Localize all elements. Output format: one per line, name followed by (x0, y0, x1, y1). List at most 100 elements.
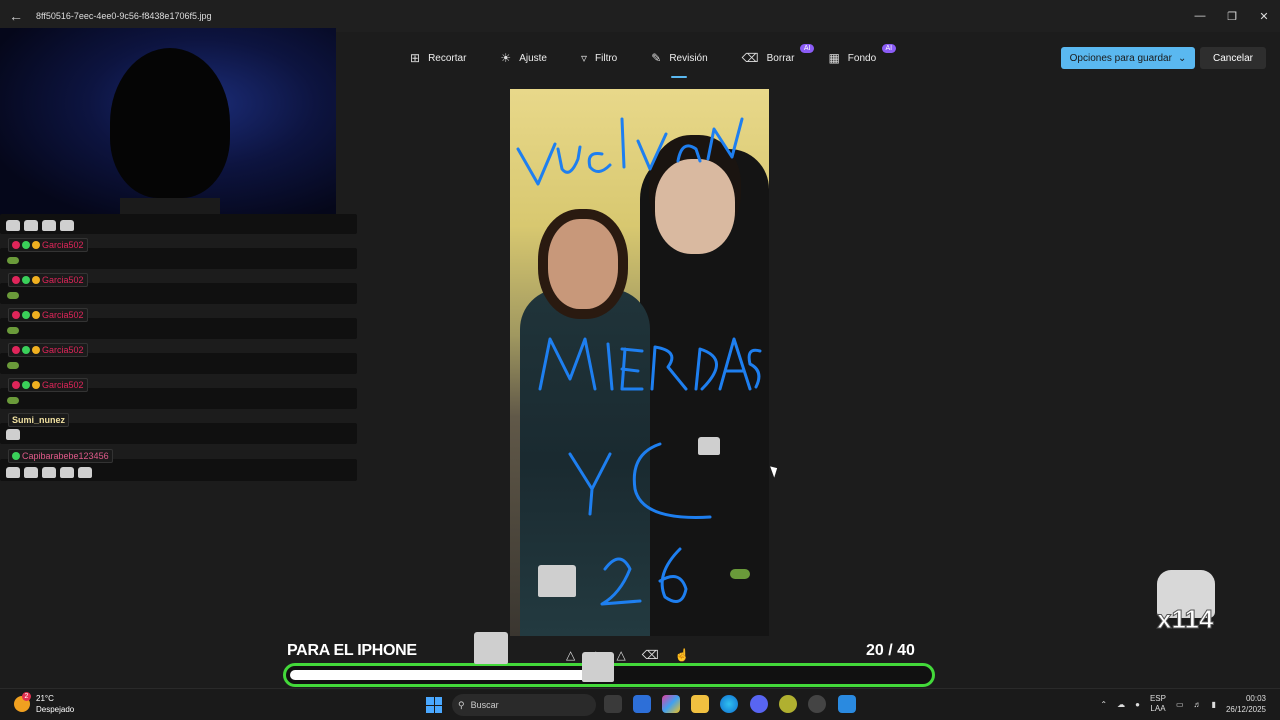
chat-row (0, 214, 357, 234)
scribble-stroke (706, 117, 744, 161)
store-icon[interactable] (633, 695, 651, 713)
chat-user-tag: Garcia502 (8, 343, 88, 357)
network-icon[interactable]: ▭ (1176, 700, 1184, 709)
chat-username: Garcia502 (42, 310, 84, 320)
tool-background[interactable]: ▦ Fondo AI (818, 44, 897, 72)
weather-text: 21°C Despejado (36, 693, 74, 715)
markup-icon: ✎ (651, 51, 662, 65)
clock[interactable]: 00:03 26/12/2025 (1226, 693, 1266, 715)
lang-bottom: LAA (1150, 704, 1166, 713)
cat-emote-icon (42, 220, 56, 231)
search-placeholder: Buscar (470, 700, 499, 710)
pepe-emote-icon (7, 257, 19, 264)
chat-username: Garcia502 (42, 275, 84, 285)
close-button[interactable]: ✕ (1248, 0, 1280, 32)
file-explorer-icon[interactable] (691, 695, 709, 713)
cat-emote-icon (698, 437, 720, 455)
volume-icon[interactable]: ♬ (1194, 700, 1202, 709)
emote-row (6, 218, 78, 236)
input-language[interactable]: ESP LAA (1150, 694, 1166, 714)
cat-emote-icon (582, 652, 614, 682)
erase-icon: ⌫ (741, 51, 759, 65)
chat-username: Capibarabebe123456 (22, 451, 109, 461)
eraser-icon[interactable]: ⌫ (642, 648, 659, 662)
taskbar-search[interactable]: ⚲ Buscar (452, 694, 596, 716)
maximize-icon: ❐ (1227, 10, 1237, 23)
copilot-icon[interactable] (662, 695, 680, 713)
chat-username: Garcia502 (42, 240, 84, 250)
coin-badge-icon (32, 276, 40, 284)
maximize-button[interactable]: ❐ (1216, 0, 1248, 32)
chevron-up-icon[interactable]: ⌃ (1100, 700, 1107, 709)
tool-label: Filtro (595, 52, 618, 64)
tool-adjust[interactable]: ☀ Ajuste (490, 44, 557, 72)
goal-label: PARA EL IPHONE (287, 642, 417, 659)
emote-row (6, 465, 96, 483)
editor-toolbar: ⊞ Recortar ☀ Ajuste ▿ Filtro ✎ Revisión … (400, 44, 900, 78)
app-icon[interactable] (779, 695, 797, 713)
save-options-label: Opciones para guardar (1069, 52, 1172, 64)
tool-label: Borrar (766, 52, 795, 64)
obs-icon[interactable] (808, 695, 826, 713)
filter-icon: ▿ (580, 51, 588, 65)
tool-markup[interactable]: ✎ Revisión (641, 44, 717, 78)
sub-badge-icon (12, 346, 20, 354)
scribble-stroke (658, 547, 688, 603)
background-icon: ▦ (828, 51, 840, 65)
cancel-button[interactable]: Cancelar (1200, 47, 1266, 69)
app-window: ← 8ff50516-7eec-4ee0-9c56-f8438e1706f5.j… (0, 0, 1280, 720)
windows-logo-tile (426, 705, 434, 713)
moon-icon: 2 (14, 692, 31, 712)
sub-badge-icon (12, 381, 20, 389)
ai-badge: AI (799, 44, 815, 53)
photos-icon[interactable] (838, 695, 856, 713)
weather-widget[interactable]: 2 21°C Despejado (14, 692, 74, 715)
task-view-icon[interactable] (604, 695, 622, 713)
sub-badge-icon (12, 311, 20, 319)
chat-user-tag: Garcia502 (8, 378, 88, 392)
highlighter-icon[interactable]: △ (616, 648, 625, 662)
cat-emote-icon (474, 632, 508, 664)
cat-emote-icon (24, 220, 38, 231)
windows-logo-tile (426, 697, 434, 705)
chat-username: Garcia502 (42, 380, 84, 390)
cat-emote-icon (24, 467, 38, 478)
coin-badge-icon (32, 346, 40, 354)
star-badge-icon (22, 276, 30, 284)
cat-emote-icon (60, 220, 74, 231)
chat-user-tag: Capibarabebe123456 (8, 449, 113, 463)
arrow-left-icon: ← (9, 8, 23, 24)
discord-icon[interactable] (750, 695, 768, 713)
goal-progress-fill (290, 670, 609, 680)
microphone-icon[interactable]: ● (1135, 700, 1140, 709)
ballpoint-pen-icon[interactable]: △ (566, 648, 575, 662)
window-title: 8ff50516-7eec-4ee0-9c56-f8438e1706f5.jpg (36, 11, 212, 21)
chevron-down-icon: ⌄ (1177, 52, 1187, 64)
minimize-button[interactable]: — (1184, 0, 1216, 32)
save-options-button[interactable]: Opciones para guardar ⌄ (1061, 47, 1195, 69)
scribble-stroke (587, 152, 612, 173)
pepe-emote-icon (730, 569, 750, 579)
coin-badge-icon (32, 381, 40, 389)
photo-canvas[interactable] (510, 89, 769, 636)
tool-filter[interactable]: ▿ Filtro (571, 44, 627, 72)
touch-draw-icon[interactable]: ☝ (675, 648, 690, 662)
cat-emote-icon (6, 467, 20, 478)
edge-icon[interactable] (720, 695, 738, 713)
battery-icon[interactable]: ▮ (1212, 700, 1216, 709)
chat-username: Sumi_nunez (12, 415, 66, 425)
tool-crop[interactable]: ⊞ Recortar (400, 44, 476, 72)
close-icon: ✕ (1259, 10, 1269, 23)
scribble-stroke (516, 142, 557, 186)
onedrive-icon[interactable]: ☁ (1117, 700, 1125, 709)
scribble-stroke (636, 132, 668, 171)
start-button[interactable] (426, 697, 442, 713)
ai-badge: AI (881, 44, 897, 53)
coin-badge-icon (32, 241, 40, 249)
scribble-stroke (556, 145, 582, 174)
scribble-stroke (694, 347, 718, 391)
scribble-stroke (747, 348, 762, 389)
tool-erase[interactable]: ⌫ Borrar AI (732, 44, 815, 72)
temperature: 21°C (36, 694, 54, 703)
scribble-stroke (620, 117, 626, 169)
